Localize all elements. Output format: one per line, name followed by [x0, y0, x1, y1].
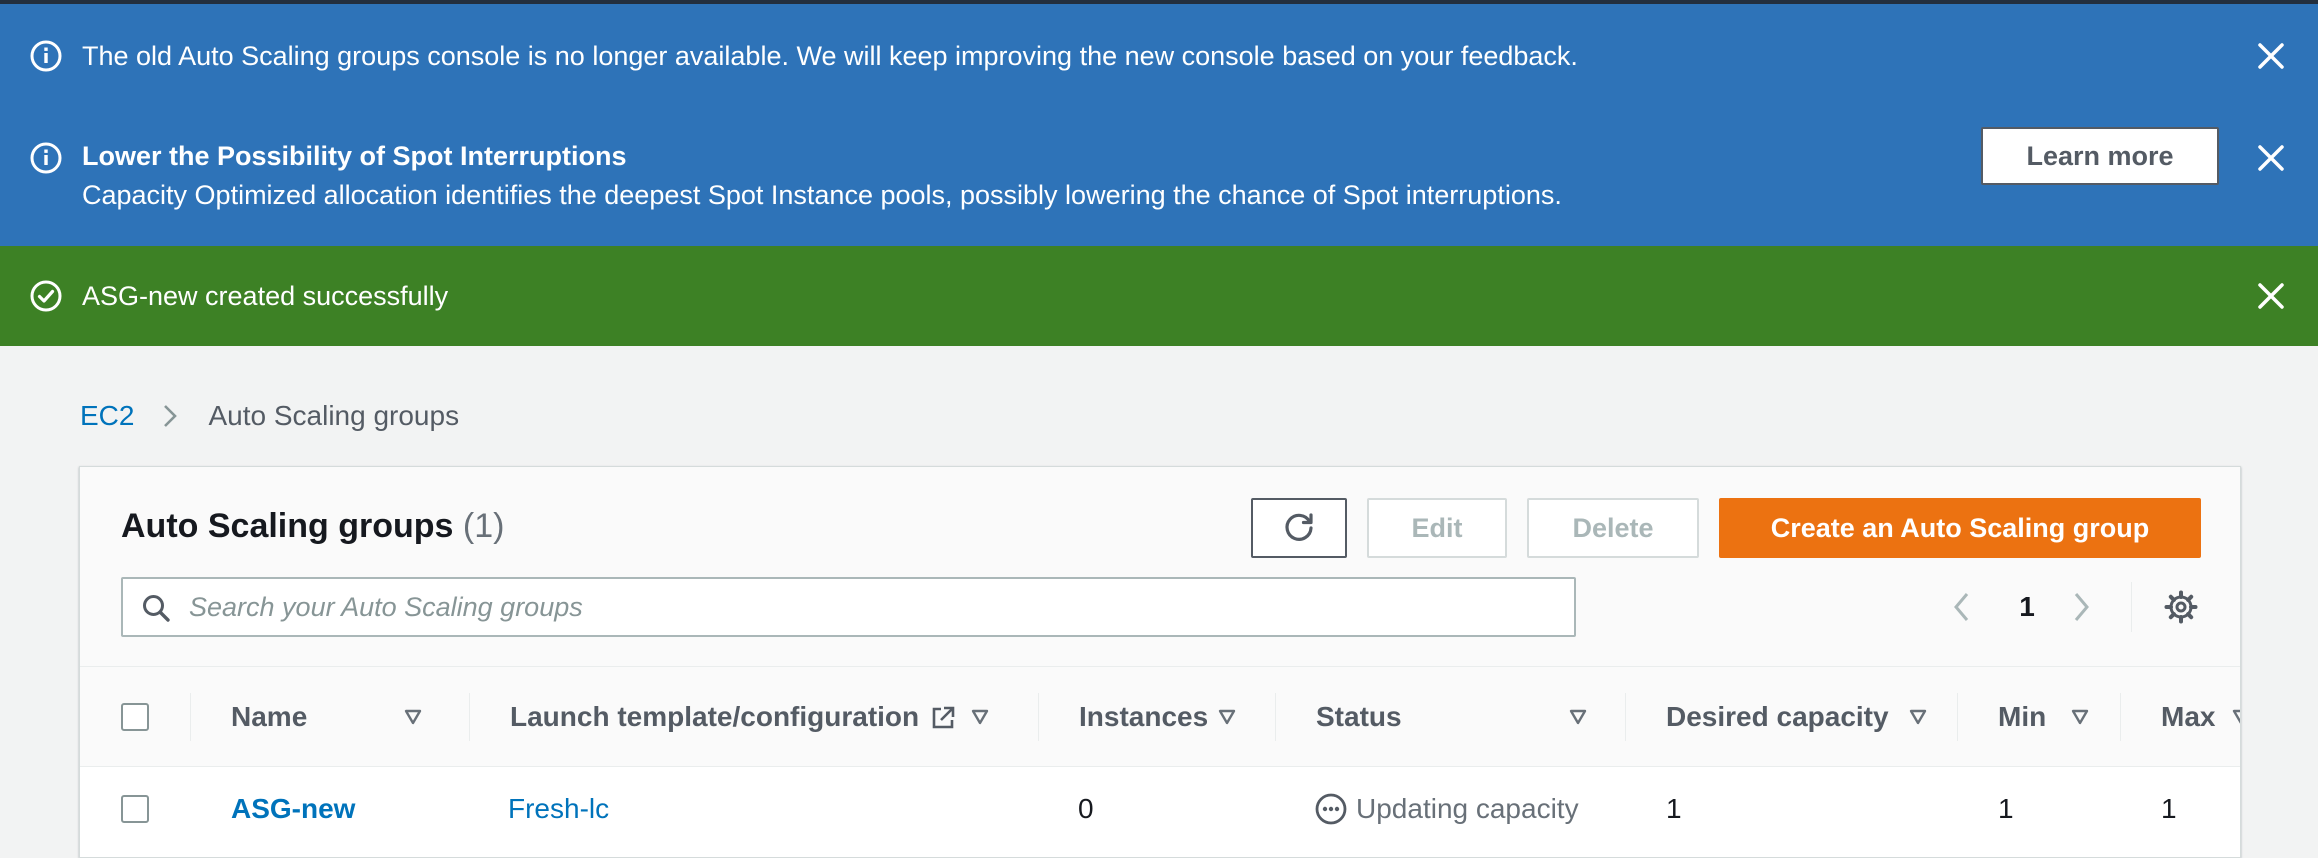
chevron-right-icon [164, 405, 178, 427]
column-header-name[interactable]: Name [231, 667, 426, 767]
column-header-label: Launch template/configuration [510, 701, 920, 732]
create-auto-scaling-group-button[interactable]: Create an Auto Scaling group [1719, 498, 2201, 558]
asg-name-link[interactable]: ASG-new [231, 767, 355, 851]
flash-message: The old Auto Scaling groups console is n… [82, 41, 1578, 71]
flash-title: Lower the Possibility of Spot Interrupti… [82, 141, 627, 171]
column-header-label: Min [1998, 701, 2047, 732]
column-divider [1625, 693, 1626, 741]
pagination-divider [2131, 582, 2132, 632]
sort-caret-icon[interactable] [403, 707, 423, 727]
auto-scaling-groups-table-panel: Auto Scaling groups (1) Edit Delete Crea… [79, 466, 2241, 858]
chevron-left-icon [1954, 593, 1969, 621]
sort-caret-icon[interactable] [1908, 707, 1928, 727]
column-header-label: Desired capacity [1666, 701, 1889, 732]
gear-icon [2164, 590, 2198, 624]
preferences-button[interactable] [2163, 579, 2203, 635]
column-header-label: Name [231, 701, 308, 732]
max-cell: 1 [2161, 793, 2177, 824]
launch-configuration-link[interactable]: Fresh-lc [508, 767, 609, 851]
current-page-number[interactable]: 1 [2012, 579, 2042, 635]
table-row[interactable]: ASG-new Fresh-lc 0 Updating capacity 1 1… [80, 767, 2240, 857]
chevron-right-icon [2074, 593, 2089, 621]
page-title: Auto Scaling groups (1) [121, 507, 504, 546]
breadcrumb-ec2-link[interactable]: EC2 [80, 400, 134, 432]
sort-caret-icon[interactable] [1217, 707, 1237, 727]
column-header-instances[interactable]: Instances [1079, 667, 1279, 767]
column-divider [1957, 693, 1958, 741]
column-divider [1038, 693, 1039, 741]
column-header-min[interactable]: Min [1998, 667, 2108, 767]
search-field[interactable] [121, 577, 1576, 637]
column-divider [1275, 693, 1276, 741]
flash-success: ASG-new created successfully [0, 246, 2318, 346]
status-cell: Updating capacity [1314, 767, 1579, 851]
flash-spot-interruptions: Lower the Possibility of Spot Interrupti… [0, 108, 2318, 246]
delete-button[interactable]: Delete [1527, 498, 1699, 558]
column-divider [469, 693, 470, 741]
min-cell: 1 [1998, 793, 2014, 824]
column-divider [2120, 693, 2121, 741]
panel-count: (1) [462, 507, 505, 545]
column-header-max[interactable]: Max [2161, 667, 2241, 767]
search-icon [143, 595, 170, 622]
flash-old-console-notice: The old Auto Scaling groups console is n… [0, 4, 2318, 108]
sort-caret-icon[interactable] [970, 707, 990, 727]
flash-message: ASG-new created successfully [82, 281, 449, 311]
select-all-checkbox[interactable] [121, 703, 149, 731]
info-icon [30, 40, 62, 72]
previous-page-button[interactable] [1950, 579, 1980, 635]
instances-cell: 0 [1078, 793, 1094, 824]
refresh-icon [1285, 513, 1313, 541]
column-header-label: Instances [1079, 701, 1209, 732]
info-icon [30, 142, 62, 174]
search-input[interactable] [187, 579, 1557, 635]
breadcrumb-current: Auto Scaling groups [208, 400, 460, 431]
breadcrumb: EC2 Auto Scaling groups [80, 396, 459, 436]
refresh-button[interactable] [1251, 498, 1347, 558]
panel-header: Auto Scaling groups (1) Edit Delete Crea… [80, 467, 2240, 667]
learn-more-button[interactable]: Learn more [1981, 127, 2219, 185]
ellipsis-circle-icon [1315, 793, 1347, 825]
sort-caret-icon[interactable] [2231, 707, 2241, 727]
column-header-launch-template[interactable]: Launch template/configuration [510, 667, 1010, 767]
close-icon[interactable] [2254, 39, 2288, 73]
column-header-desired-capacity[interactable]: Desired capacity [1666, 667, 1966, 767]
table-header: Name Launch template/configuration Insta… [80, 667, 2240, 767]
column-divider [190, 693, 191, 741]
column-header-status[interactable]: Status [1316, 667, 1616, 767]
status-text: Updating capacity [1356, 793, 1579, 824]
column-header-label: Max [2161, 701, 2216, 732]
next-page-button[interactable] [2069, 579, 2099, 635]
column-header-label: Status [1316, 701, 1402, 732]
external-link-icon [932, 706, 955, 729]
flash-message: Capacity Optimized allocation identifies… [82, 180, 1562, 210]
sort-caret-icon[interactable] [1568, 707, 1588, 727]
sort-caret-icon[interactable] [2070, 707, 2090, 727]
desired-capacity-cell: 1 [1666, 793, 1682, 824]
row-select-checkbox[interactable] [121, 795, 149, 823]
check-circle-icon [30, 280, 62, 312]
panel-title-text: Auto Scaling groups [121, 507, 454, 545]
close-icon[interactable] [2254, 141, 2288, 175]
edit-button[interactable]: Edit [1367, 498, 1507, 558]
close-icon[interactable] [2254, 279, 2288, 313]
